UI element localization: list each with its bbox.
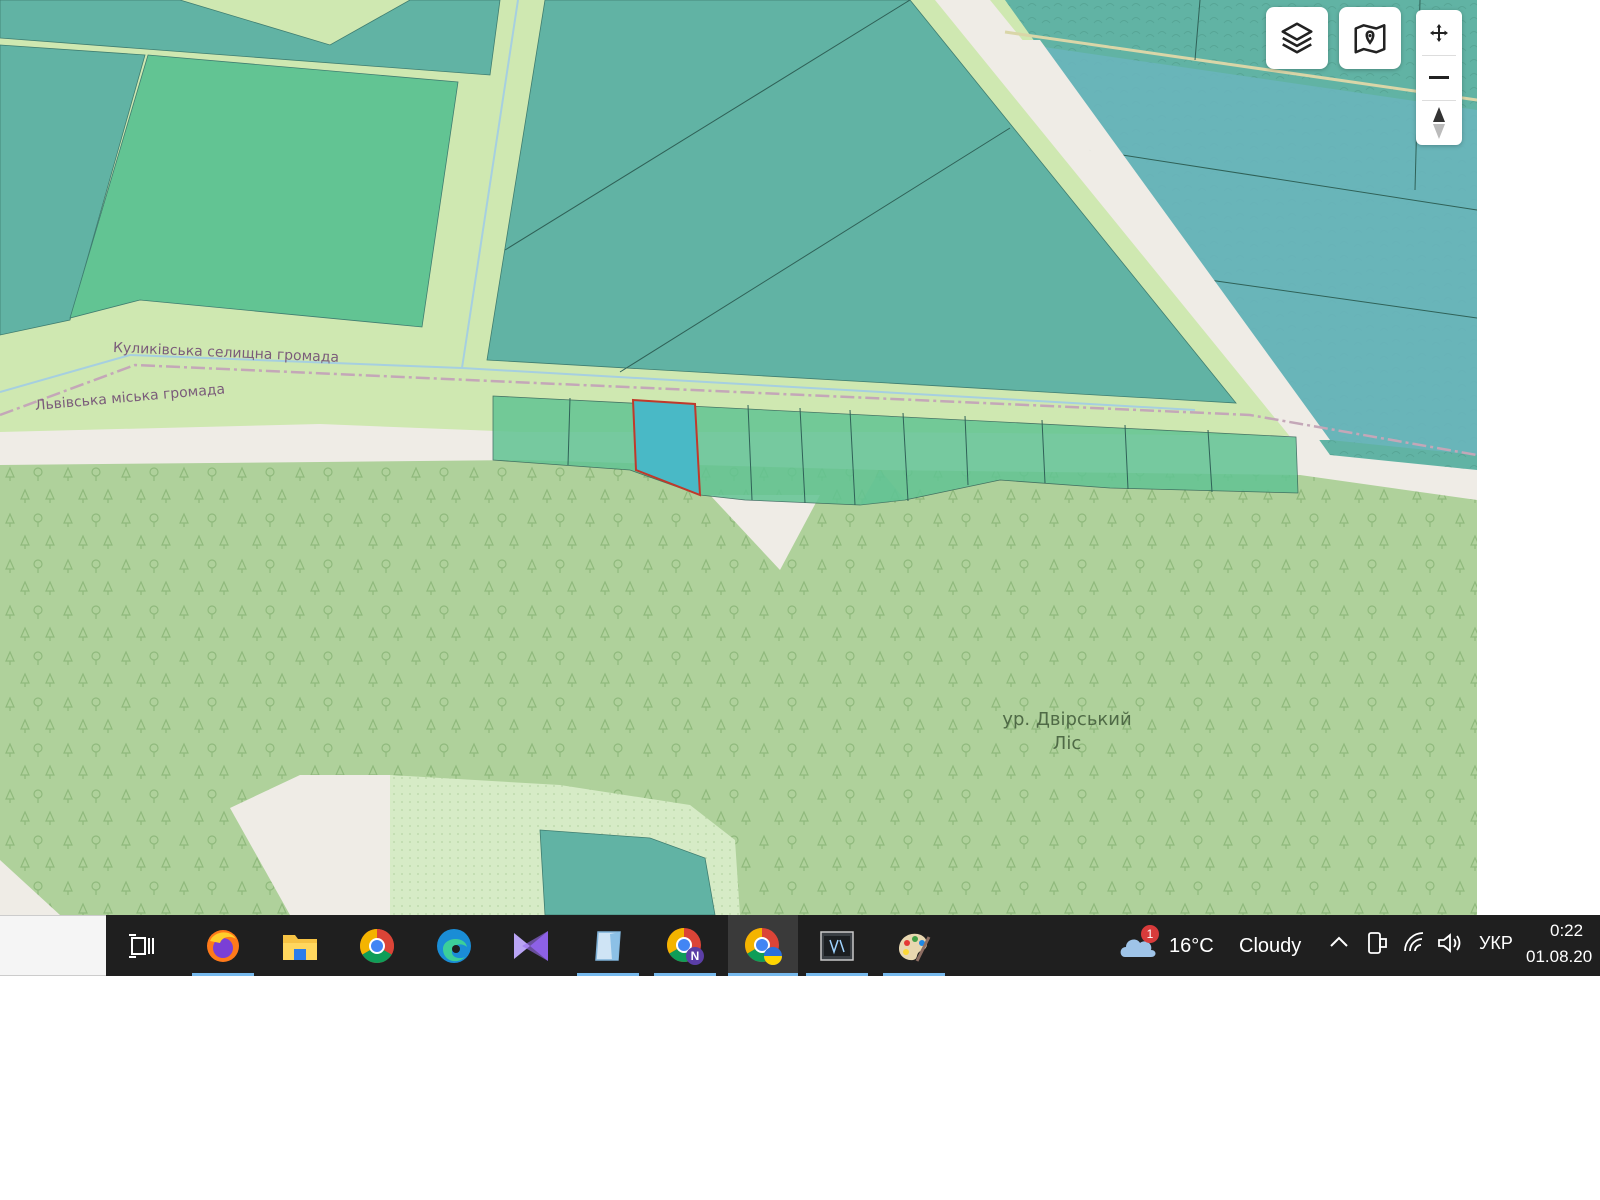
input-language-indicator[interactable]: УКР xyxy=(1479,933,1513,954)
task-view-icon xyxy=(129,933,154,958)
forest-name-label: ур. Двірський Ліс xyxy=(992,708,1142,756)
minus-icon xyxy=(1429,75,1449,79)
taskbar-notes-app[interactable] xyxy=(577,915,639,976)
taskbar-chrome-profile-n[interactable]: N xyxy=(654,915,716,976)
notes-app-icon xyxy=(595,930,621,961)
taskbar-chrome-profile-ukraine[interactable] xyxy=(728,915,798,976)
map-canvas[interactable] xyxy=(0,0,1477,915)
task-view-button[interactable] xyxy=(111,915,173,976)
north-arrow-icon xyxy=(1433,106,1445,139)
running-indicator xyxy=(728,973,798,976)
taskbar-terminal-app[interactable] xyxy=(806,915,868,976)
weather-widget[interactable]: 1 16°C Cloudy xyxy=(1117,925,1302,967)
chevron-up-icon xyxy=(1330,936,1348,947)
zoom-controls xyxy=(1416,10,1462,145)
forest-name-line1: ур. Двірський xyxy=(1002,709,1132,730)
taskbar-edge[interactable] xyxy=(423,915,485,976)
svg-text:N: N xyxy=(691,949,700,963)
taskbar-visual-studio[interactable] xyxy=(500,915,562,976)
taskbar-chrome[interactable] xyxy=(346,915,408,976)
terminal-app-icon xyxy=(820,930,854,961)
weather-badge: 1 xyxy=(1141,925,1159,943)
zoom-out-button[interactable] xyxy=(1416,55,1462,100)
firefox-icon xyxy=(207,929,239,962)
taskbar: N 1 16°C Cloudy УКР 0:22 01.08.20 xyxy=(106,915,1600,976)
clock-time: 0:22 xyxy=(1550,921,1584,940)
taskbar-file-explorer[interactable] xyxy=(269,915,331,976)
map-view[interactable]: Куликівська селищна громада Львівська мі… xyxy=(0,0,1477,915)
wifi-icon xyxy=(1404,932,1424,952)
clock-date: 01.08.20 xyxy=(1526,947,1593,966)
layers-button[interactable] xyxy=(1266,7,1328,69)
map-pin-icon xyxy=(1354,24,1386,54)
show-hidden-icons-button[interactable] xyxy=(1328,931,1352,959)
zoom-in-button[interactable] xyxy=(1416,10,1462,55)
forest-name-line2: Ліс xyxy=(1052,733,1082,754)
running-indicator xyxy=(192,973,254,976)
visual-studio-icon xyxy=(514,930,548,961)
chrome-profile-ukraine-icon xyxy=(745,927,782,965)
chrome-profile-n-icon: N xyxy=(667,927,704,965)
paint-app-icon xyxy=(899,933,931,962)
window-edge-strip xyxy=(0,915,106,976)
speaker-icon xyxy=(1438,933,1461,953)
plus-move-icon xyxy=(1430,23,1448,42)
device-icon xyxy=(1368,932,1387,954)
chrome-icon xyxy=(360,928,394,963)
taskbar-paint-app[interactable] xyxy=(883,915,945,976)
running-indicator xyxy=(883,973,945,976)
running-indicator xyxy=(806,973,868,976)
volume-button[interactable] xyxy=(1436,931,1464,959)
reset-north-button[interactable] xyxy=(1416,100,1462,145)
layers-icon xyxy=(1281,22,1313,54)
weather-temperature: 16°C xyxy=(1169,935,1214,957)
meet-now-button[interactable] xyxy=(1366,931,1390,959)
running-indicator xyxy=(654,973,716,976)
file-explorer-icon xyxy=(283,934,317,960)
running-indicator xyxy=(577,973,639,976)
weather-condition: Cloudy xyxy=(1239,935,1302,957)
map-search-button[interactable] xyxy=(1339,7,1401,69)
taskbar-firefox[interactable] xyxy=(192,915,254,976)
network-button[interactable] xyxy=(1402,931,1430,959)
edge-icon xyxy=(437,928,471,963)
clock[interactable]: 0:22 01.08.20 xyxy=(1526,919,1600,973)
